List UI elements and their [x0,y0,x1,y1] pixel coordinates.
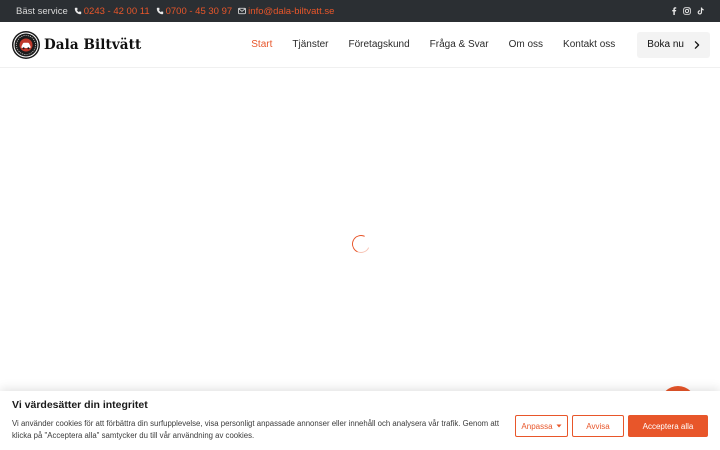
phone-link-1[interactable]: 0243 - 42 00 11 [74,6,150,17]
chevron-right-icon [694,40,700,49]
service-label: Bäst service [16,5,68,17]
phone-icon [156,7,163,15]
email-link[interactable]: info@dala-biltvatt.se [238,6,334,17]
phone-number-1[interactable]: 0243 - 42 00 11 [84,6,150,17]
phone-icon [74,7,81,15]
accept-all-button[interactable]: Acceptera alla [628,415,708,437]
main-nav: Start Tjänster Företagskund Fråga & Svar… [241,39,625,50]
cookie-text: Vi använder cookies för att förbättra di… [12,419,500,440]
instagram-icon[interactable] [683,7,691,15]
customize-label: Anpassa [521,421,553,431]
nav-item-om-oss[interactable]: Om oss [499,39,553,50]
nav-item-foretagskund[interactable]: Företagskund [339,39,420,50]
nav-item-kontakt-oss[interactable]: Kontakt oss [553,39,625,50]
cookie-consent-banner: Vi värdesätter din integritet Vi använde… [0,391,720,450]
loading-spinner-icon [349,232,373,256]
top-bar: Bäst service 0243 - 42 00 11 0700 - 45 3… [0,0,720,22]
email-address[interactable]: info@dala-biltvatt.se [248,6,334,17]
cookie-title: Vi värdesätter din integritet [12,399,148,411]
book-now-label: Boka nu [647,39,684,50]
customize-button[interactable]: Anpassa [515,415,568,437]
logo-text: Dala Biltvätt [44,36,142,53]
book-now-button[interactable]: Boka nu [637,31,710,58]
reject-button[interactable]: Avvisa [572,415,624,437]
nav-item-tjanster[interactable]: Tjänster [282,39,338,50]
phone-link-2[interactable]: 0700 - 45 30 97 [156,6,233,17]
logo[interactable]: Dala Biltvätt [12,30,142,59]
tiktok-icon[interactable] [696,7,704,15]
caret-down-icon [556,424,562,428]
mail-icon [238,7,247,15]
site-header: Dala Biltvätt Start Tjänster Företagskun… [0,22,720,68]
facebook-icon[interactable] [670,7,678,15]
nav-item-fraga-svar[interactable]: Fråga & Svar [420,39,499,50]
logo-emblem-icon [12,30,40,59]
phone-number-2[interactable]: 0700 - 45 30 97 [166,6,233,17]
nav-item-start[interactable]: Start [241,39,282,50]
